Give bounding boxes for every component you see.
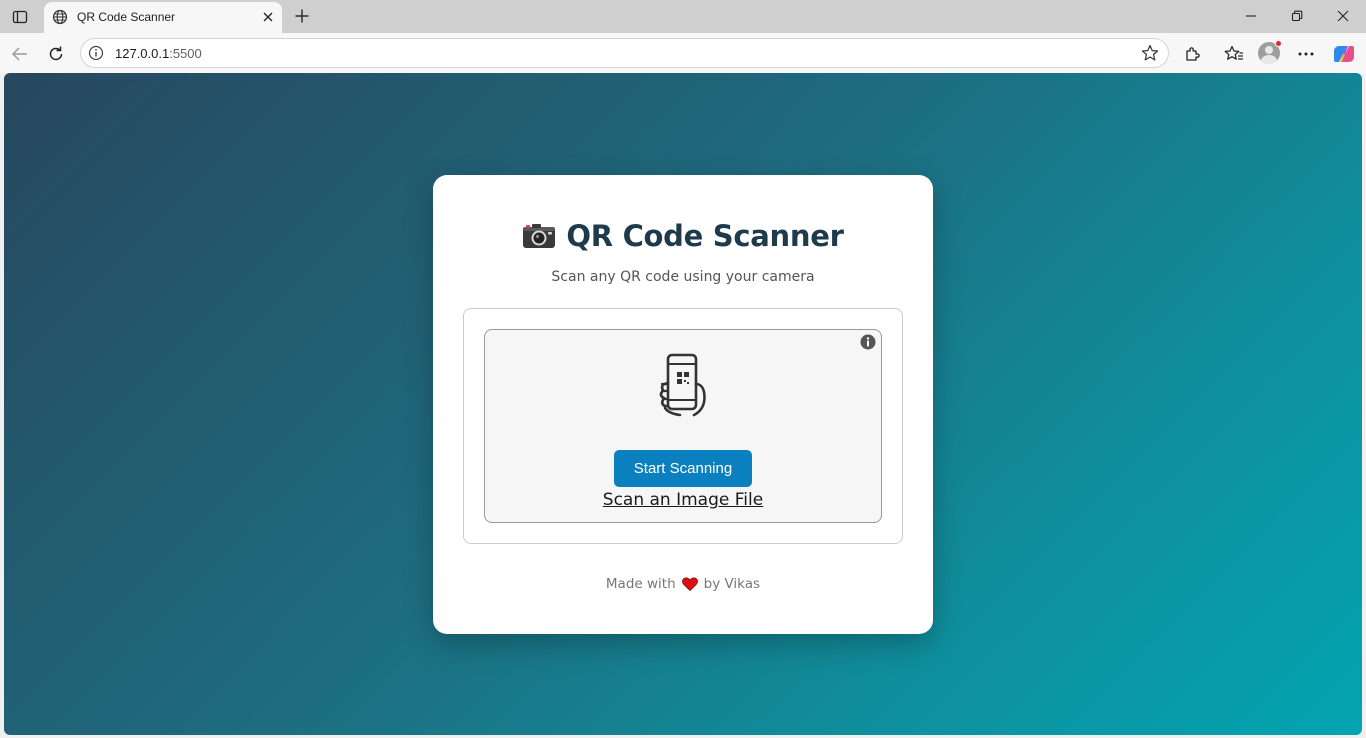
camera-icon	[523, 224, 556, 248]
minimize-icon[interactable]	[1228, 4, 1274, 28]
sidebar-toggle-icon[interactable]	[8, 6, 32, 28]
tab-title: QR Code Scanner	[77, 10, 176, 24]
avatar[interactable]	[1258, 40, 1282, 66]
reload-icon[interactable]	[43, 41, 69, 67]
favorites-icon[interactable]	[1221, 41, 1247, 67]
arrow-left-icon[interactable]	[7, 41, 33, 67]
scanner-card: QR Code Scanner Scan any QR code using y…	[433, 175, 933, 634]
footer-suffix: by Vikas	[703, 576, 761, 592]
phone-qr-icon	[659, 353, 706, 417]
info-circle-icon[interactable]	[860, 334, 876, 350]
page-viewport: QR Code Scanner Scan any QR code using y…	[4, 73, 1362, 735]
page-title: QR Code Scanner	[433, 216, 933, 256]
url-host: 127.0.0.1	[115, 46, 170, 61]
window-close-icon[interactable]	[1320, 4, 1366, 28]
puzzle-icon[interactable]	[1180, 41, 1206, 67]
plus-icon[interactable]	[290, 5, 314, 27]
url-port: :5500	[169, 46, 202, 61]
close-icon[interactable]	[260, 9, 276, 25]
address-url: 127.0.0.1:5500	[115, 46, 202, 61]
address-bar[interactable]: 127.0.0.1:5500	[80, 38, 1169, 68]
title-text: QR Code Scanner	[566, 219, 844, 253]
info-icon[interactable]	[88, 45, 104, 61]
scan-image-file-link[interactable]: Scan an Image File	[485, 490, 881, 510]
tab-bar: QR Code Scanner	[0, 0, 1366, 33]
globe-icon	[52, 9, 68, 25]
restore-icon[interactable]	[1274, 4, 1320, 28]
footer: Made with by Vikas	[433, 575, 933, 593]
scanner-container: Start Scanning Scan an Image File	[463, 308, 903, 544]
start-scanning-button[interactable]: Start Scanning	[614, 450, 752, 487]
scanner-region: Start Scanning Scan an Image File	[484, 329, 882, 523]
star-icon[interactable]	[1141, 44, 1159, 62]
copilot-icon[interactable]	[1331, 41, 1357, 67]
footer-prefix: Made with	[605, 576, 676, 592]
browser-toolbar: 127.0.0.1:5500	[0, 33, 1366, 73]
heart-icon	[681, 577, 698, 591]
ellipsis-icon[interactable]	[1293, 41, 1319, 67]
subtitle: Scan any QR code using your camera	[551, 269, 815, 285]
browser-tab[interactable]: QR Code Scanner	[44, 2, 282, 33]
